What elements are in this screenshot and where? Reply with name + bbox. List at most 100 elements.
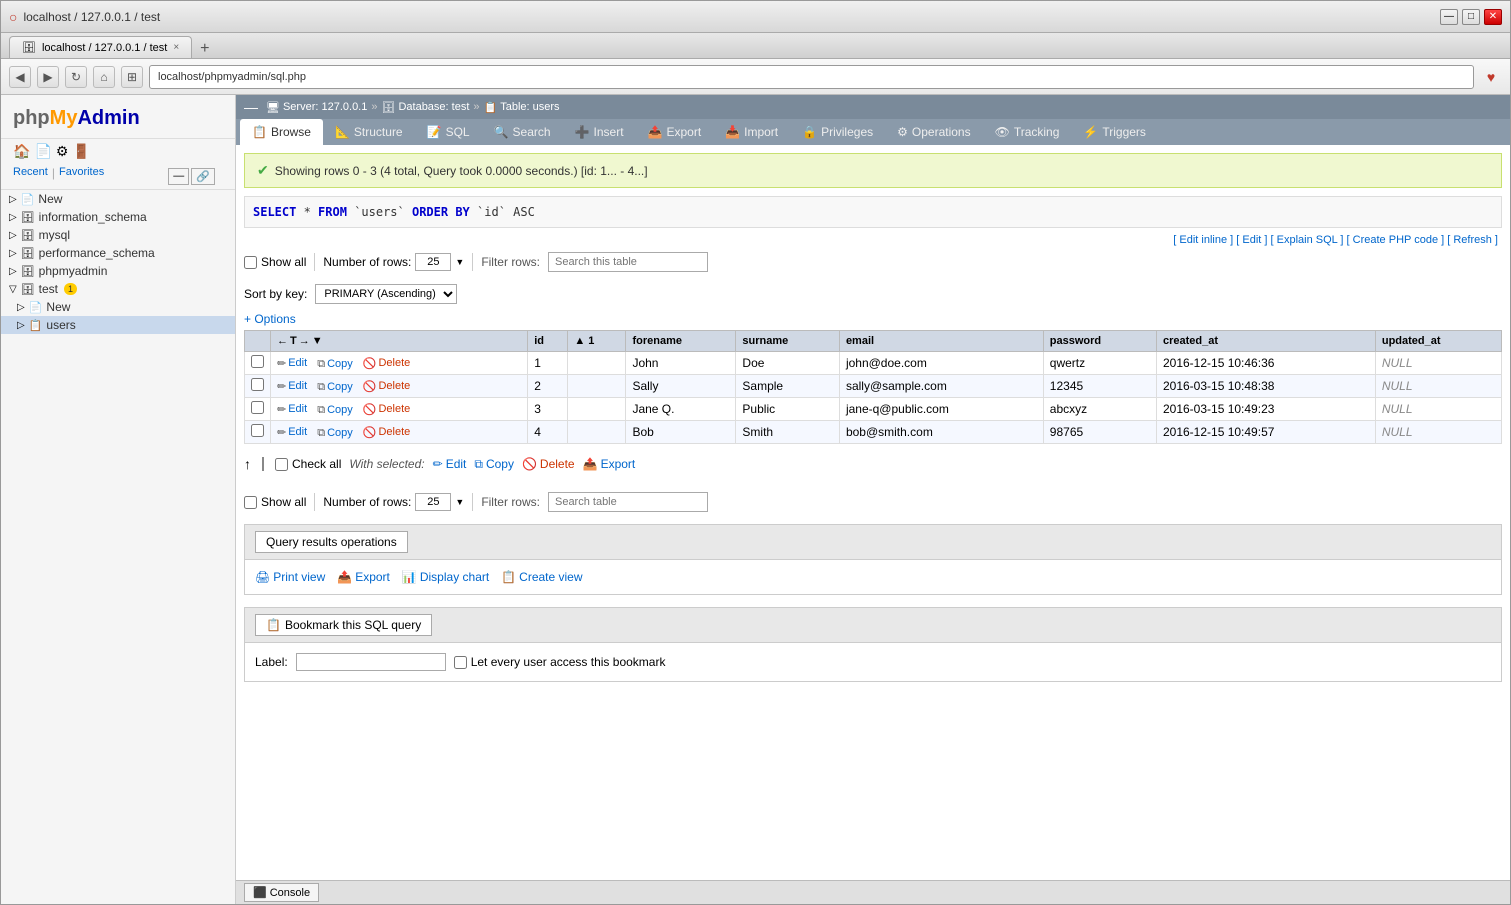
sidebar-item-users[interactable]: ▷ 📋 users (1, 316, 235, 334)
tab-search[interactable]: 🔍 Search (482, 119, 563, 145)
tab-close-button[interactable]: × (173, 42, 179, 53)
delete-row-button[interactable]: 🚫 Delete (363, 403, 411, 416)
show-all-checkbox[interactable] (244, 256, 257, 269)
th-password[interactable]: password (1043, 331, 1156, 352)
copy-row-button[interactable]: ⧉ Copy (317, 381, 353, 394)
bookmark-label-input[interactable] (296, 653, 446, 671)
row-checkbox[interactable] (251, 401, 264, 414)
bulk-delete-button[interactable]: 🚫 Delete (522, 457, 575, 471)
nav-right-arrow[interactable]: → (299, 335, 310, 347)
bulk-export-button[interactable]: 📤 Export (583, 457, 636, 471)
row-checkbox[interactable] (251, 424, 264, 437)
console-button[interactable]: ⬛ Console (244, 883, 319, 902)
sidebar-item-new-test[interactable]: ▷ 📄 New (1, 298, 235, 316)
bulk-edit-button[interactable]: ✏ Edit (433, 457, 467, 471)
copy-row-button[interactable]: ⧉ Copy (317, 404, 353, 417)
sidebar-item-mysql[interactable]: ▷ 🗄 mysql (1, 226, 235, 244)
th-forename[interactable]: forename (626, 331, 736, 352)
edit-row-button[interactable]: ✏ Edit (277, 380, 307, 393)
th-email[interactable]: email (839, 331, 1043, 352)
print-view-link[interactable]: 🖨 Print view (255, 570, 325, 584)
query-results-toggle-button[interactable]: Query results operations (255, 531, 408, 553)
row-checkbox[interactable] (251, 378, 264, 391)
tab-export[interactable]: 📤 Export (636, 119, 714, 145)
display-chart-link[interactable]: 📊 Display chart (402, 570, 489, 584)
tab-browse[interactable]: 📋 Browse (240, 119, 323, 145)
new-tab-button[interactable]: + (196, 40, 213, 58)
url-bar[interactable]: localhost/phpmyadmin/sql.php (149, 65, 1474, 89)
sidebar-item-phpmyadmin[interactable]: ▷ 🗄 phpmyadmin (1, 262, 235, 280)
home-button[interactable]: ⌂ (93, 66, 115, 88)
filter-input-bottom[interactable] (548, 492, 708, 512)
sidebar-item-new[interactable]: ▷ 📄 New (1, 190, 235, 208)
edit-row-button[interactable]: ✏ Edit (277, 357, 307, 370)
back-button[interactable]: ◀ (9, 66, 31, 88)
rows-dropdown-bottom[interactable]: ▼ (455, 497, 464, 507)
rows-dropdown-arrow[interactable]: ▼ (455, 257, 464, 267)
favorites-link[interactable]: Favorites (59, 166, 104, 187)
sidebar-item-information-schema[interactable]: ▷ 🗄 information_schema (1, 208, 235, 226)
th-updated-at[interactable]: updated_at (1375, 331, 1501, 352)
rows-input[interactable] (415, 253, 451, 271)
rows-input-bottom[interactable] (415, 493, 451, 511)
bulk-copy-button[interactable]: ⧉ Copy (474, 457, 514, 472)
nav-left-arrow[interactable]: ← (277, 335, 288, 347)
favorites-button[interactable]: ♥ (1480, 66, 1502, 88)
forward-button[interactable]: ▶ (37, 66, 59, 88)
browser-tab[interactable]: 🗄 localhost / 127.0.0.1 / test × (9, 36, 192, 58)
th-nav-arrows[interactable]: ← T → ▼ (271, 331, 528, 352)
home-sidebar-icon[interactable]: 🏠 (13, 143, 30, 160)
recent-link[interactable]: Recent (13, 166, 48, 187)
nav-t-icon[interactable]: T (290, 335, 297, 347)
sidebar-item-performance-schema[interactable]: ▷ 🗄 performance_schema (1, 244, 235, 262)
tab-import[interactable]: 📥 Import (713, 119, 790, 145)
th-surname[interactable]: surname (736, 331, 840, 352)
edit-row-button[interactable]: ✏ Edit (277, 426, 307, 439)
copy-row-button[interactable]: ⧉ Copy (317, 427, 353, 440)
delete-row-button[interactable]: 🚫 Delete (363, 380, 411, 393)
edit-inline-link[interactable]: Edit inline (1179, 234, 1227, 246)
sort-up-icon[interactable]: ↑ (244, 456, 251, 472)
options-link[interactable]: + Options (244, 312, 1502, 326)
sidebar-item-test[interactable]: ▽ 🗄 test 1 (1, 280, 235, 298)
copy-row-button[interactable]: ⧉ Copy (317, 358, 353, 371)
filter-input-top[interactable] (548, 252, 708, 272)
breadcrumb-server[interactable]: 🖥 Server: 127.0.0.1 (266, 101, 367, 114)
row-checkbox[interactable] (251, 355, 264, 368)
th-id[interactable]: id (528, 331, 568, 352)
check-all-checkbox[interactable] (275, 458, 288, 471)
refresh-link[interactable]: Refresh (1453, 234, 1492, 246)
collapse-all-button[interactable]: — (168, 168, 189, 185)
edit-row-button[interactable]: ✏ Edit (277, 403, 307, 416)
create-view-link[interactable]: 📋 Create view (501, 570, 582, 584)
logout-icon[interactable]: 🚪 (72, 143, 89, 160)
tab-sql[interactable]: 📝 SQL (415, 119, 482, 145)
show-all-bottom-checkbox[interactable] (244, 496, 257, 509)
tab-insert[interactable]: ➕ Insert (563, 119, 636, 145)
export-results-link[interactable]: 📤 Export (337, 570, 390, 584)
create-php-link[interactable]: Create PHP code (1353, 234, 1438, 246)
tab-privileges[interactable]: 🔒 Privileges (790, 119, 885, 145)
expand-links-button[interactable]: 🔗 (191, 168, 215, 185)
delete-row-button[interactable]: 🚫 Delete (363, 426, 411, 439)
tab-structure[interactable]: 📐 Structure (323, 119, 415, 145)
maximize-button[interactable]: □ (1462, 9, 1480, 25)
panel-collapse-button[interactable]: — (244, 99, 258, 115)
edit-link[interactable]: Edit (1242, 234, 1261, 246)
sort-key-select[interactable]: PRIMARY (Ascending) (315, 284, 457, 304)
th-sort-indicator[interactable]: ▲ 1 (568, 331, 626, 352)
tab-tracking[interactable]: 👁 Tracking (983, 119, 1072, 145)
bookmark-button[interactable]: 📋 Bookmark this SQL query (255, 614, 432, 636)
docs-icon[interactable]: 📄 (34, 143, 51, 160)
th-created-at[interactable]: created_at (1156, 331, 1375, 352)
delete-row-button[interactable]: 🚫 Delete (363, 357, 411, 370)
refresh-button[interactable]: ↻ (65, 66, 87, 88)
close-button[interactable]: ✕ (1484, 9, 1502, 25)
col-filter-icon[interactable]: ▼ (312, 335, 323, 347)
tab-triggers[interactable]: ⚡ Triggers (1071, 119, 1158, 145)
breadcrumb-table[interactable]: 📋 Table: users (484, 101, 560, 114)
breadcrumb-database[interactable]: 🗄 Database: test (381, 101, 469, 114)
tab-operations[interactable]: ⚙ Operations (885, 119, 982, 145)
bookmark-access-checkbox[interactable] (454, 656, 467, 669)
settings-icon[interactable]: ⚙ (56, 143, 69, 160)
